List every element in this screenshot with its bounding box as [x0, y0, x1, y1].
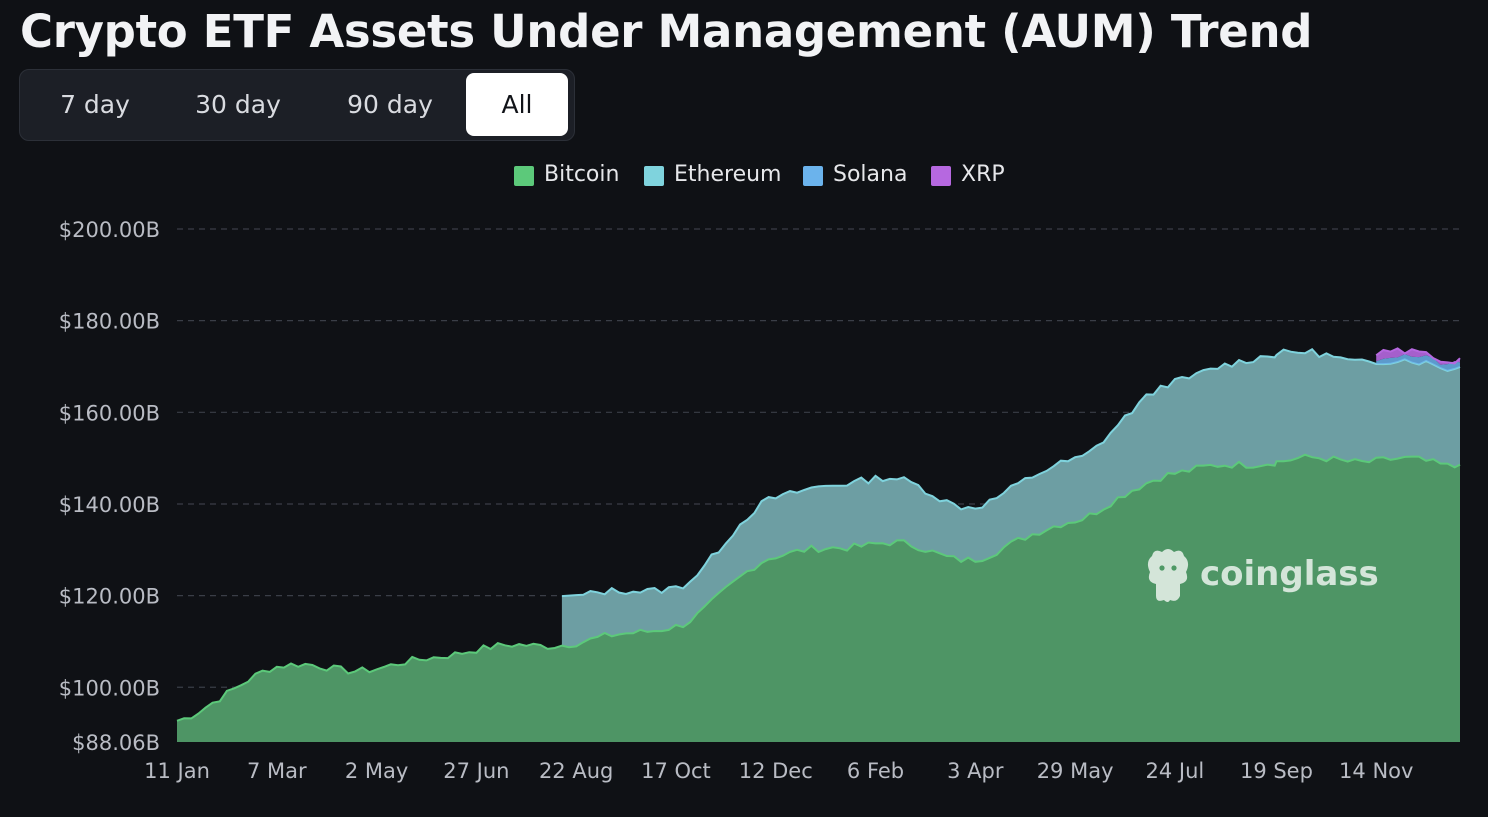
data-point-ethereum[interactable] — [974, 504, 977, 507]
data-point-ethereum[interactable] — [575, 595, 578, 598]
data-point-ethereum[interactable] — [674, 585, 677, 588]
y-tick-label: $100.00B — [59, 676, 160, 700]
data-point-solana[interactable] — [1375, 355, 1378, 358]
x-tick-label: 24 Jul — [1146, 759, 1205, 783]
data-point-ethereum[interactable] — [874, 476, 877, 479]
data-point-solana[interactable] — [1459, 361, 1462, 364]
y-tick-label: $140.00B — [59, 493, 160, 517]
y-tick-label: $180.00B — [59, 310, 160, 334]
watermark: coinglass — [1144, 546, 1379, 606]
data-point-bitcoin[interactable] — [874, 541, 877, 544]
data-point-bitcoin[interactable] — [375, 667, 378, 670]
data-point-bitcoin[interactable] — [1074, 518, 1077, 521]
data-point-ethereum[interactable] — [1074, 457, 1077, 460]
data-point-bitcoin[interactable] — [974, 557, 977, 560]
x-tick-label: 11 Jan — [144, 759, 210, 783]
y-tick-label: $120.00B — [59, 585, 160, 609]
data-point-bitcoin[interactable] — [275, 665, 278, 668]
data-point-bitcoin[interactable] — [1375, 458, 1378, 461]
data-point-ethereum[interactable] — [1173, 379, 1176, 382]
data-point-bitcoin[interactable] — [774, 554, 777, 557]
y-tick-label: $88.06B — [72, 731, 160, 755]
x-tick-label: 17 Oct — [641, 759, 711, 783]
data-point-ethereum[interactable] — [1459, 365, 1462, 368]
aum-area-chart: $88.06B $100.00B $120.00B $140.00B $160.00B $… — [59, 218, 1462, 783]
x-tick-label: 6 Feb — [847, 759, 904, 783]
x-tick-label: 12 Dec — [739, 759, 813, 783]
data-point-bitcoin[interactable] — [674, 624, 677, 627]
x-tick-label: 3 Apr — [947, 759, 1004, 783]
data-point-bitcoin[interactable] — [575, 641, 578, 644]
data-point-bitcoin[interactable] — [1275, 459, 1278, 462]
x-tick-label: 2 May — [345, 759, 408, 783]
data-point-xrp[interactable] — [1375, 351, 1378, 354]
data-point-bitcoin[interactable] — [1173, 470, 1176, 473]
data-point-bitcoin[interactable] — [176, 719, 179, 722]
x-tick-label: 7 Mar — [247, 759, 307, 783]
x-tick-label: 29 May — [1037, 759, 1114, 783]
watermark-text: coinglass — [1200, 554, 1379, 594]
x-tick-label: 14 Nov — [1339, 759, 1413, 783]
coinglass-logo-icon — [1147, 549, 1189, 602]
x-tick-label: 19 Sep — [1240, 759, 1313, 783]
y-tick-label: $160.00B — [59, 401, 160, 425]
data-point-xrp[interactable] — [1459, 357, 1462, 360]
data-point-ethereum[interactable] — [774, 495, 777, 498]
data-point-ethereum[interactable] — [1275, 351, 1278, 354]
x-tick-label: 27 Jun — [443, 759, 509, 783]
x-tick-label: 22 Aug — [539, 759, 613, 783]
data-point-bitcoin[interactable] — [1459, 463, 1462, 466]
data-point-bitcoin[interactable] — [475, 648, 478, 651]
data-point-ethereum[interactable] — [1375, 359, 1378, 362]
y-tick-label: $200.00B — [59, 218, 160, 242]
